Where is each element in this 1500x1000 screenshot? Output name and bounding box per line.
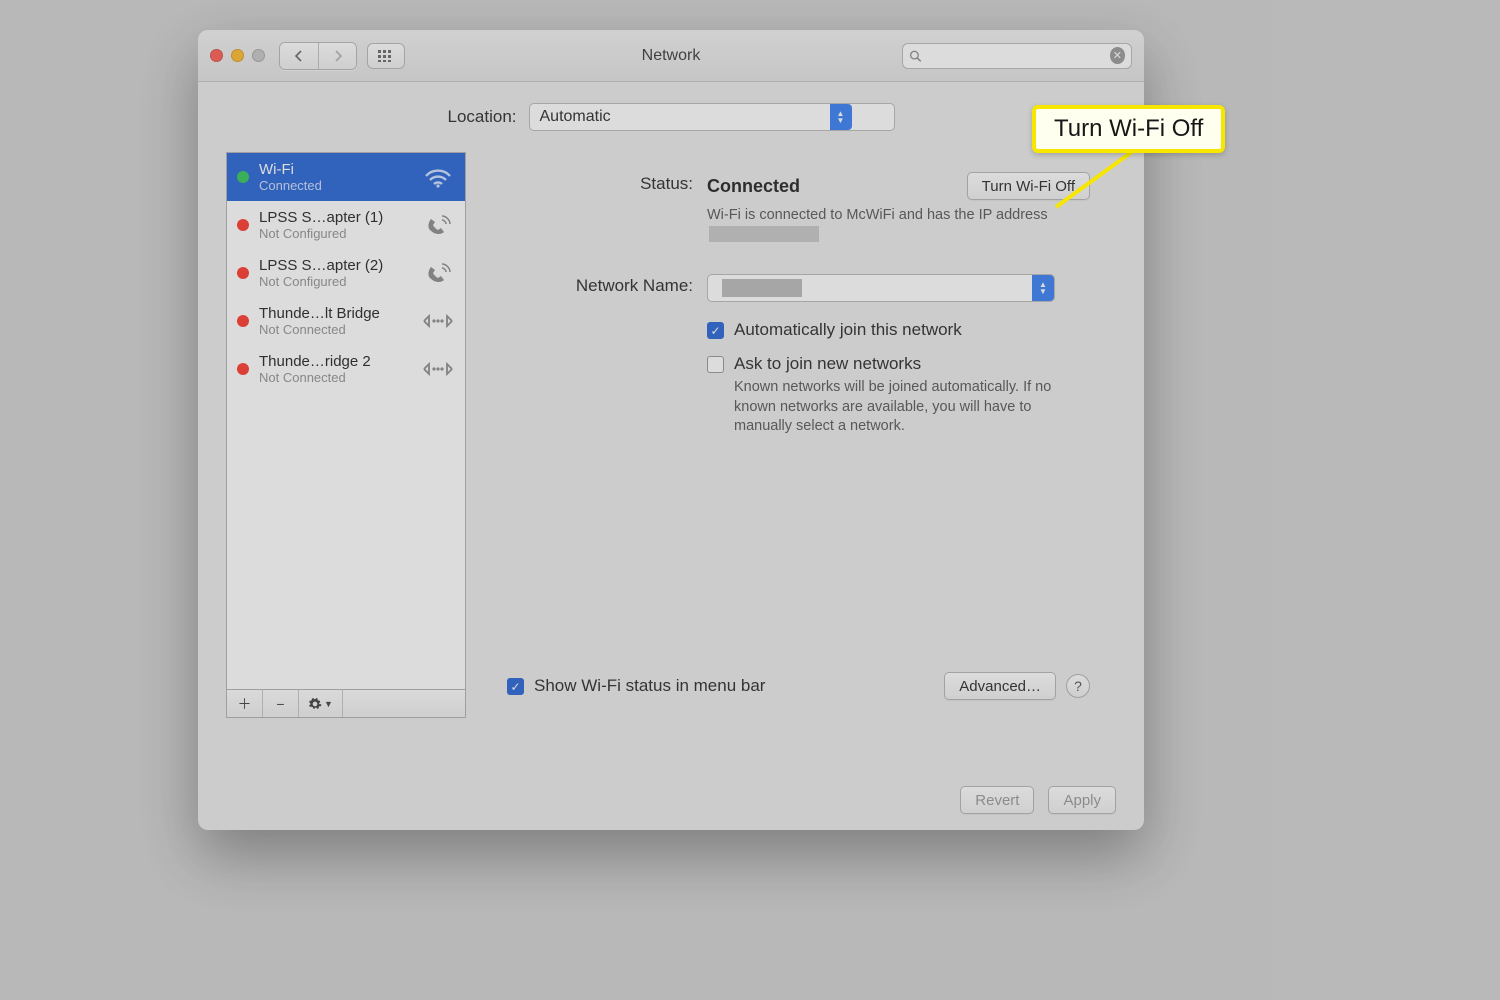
status-description-text: Wi-Fi is connected to McWiFi and has the… <box>707 207 1048 223</box>
remove-interface-button[interactable]: − <box>263 690 299 717</box>
status-label: Status: <box>507 172 707 246</box>
location-select[interactable]: Automatic ▲▼ <box>529 103 895 131</box>
forward-button[interactable] <box>318 43 356 69</box>
advanced-button[interactable]: Advanced… <box>944 672 1056 700</box>
grid-icon <box>378 50 394 62</box>
network-preferences-window: Network ✕ Location: Automatic ▲▼ Wi-FiCo… <box>198 30 1144 830</box>
status-dot <box>237 267 249 279</box>
interface-name: LPSS S…apter (1) <box>259 209 411 226</box>
status-dot <box>237 219 249 231</box>
ask-to-join-label: Ask to join new networks <box>734 354 1074 374</box>
bridge-icon <box>421 308 455 334</box>
interface-item-1[interactable]: LPSS S…apter (1)Not Configured <box>227 201 465 249</box>
help-button[interactable]: ? <box>1066 674 1090 698</box>
interface-status: Not Configured <box>259 274 411 289</box>
ask-to-join-checkbox[interactable] <box>707 356 724 373</box>
sidebar-footer: ＋ − ▼ <box>226 690 466 718</box>
gear-icon <box>308 697 322 711</box>
close-window-button[interactable] <box>210 49 223 62</box>
chevron-left-icon <box>293 50 305 62</box>
interface-status: Connected <box>259 178 411 193</box>
search-field[interactable]: ✕ <box>902 43 1132 69</box>
status-description: Wi-Fi is connected to McWiFi and has the… <box>707 206 1067 246</box>
show-all-button[interactable] <box>367 43 405 69</box>
annotation-callout: Turn Wi-Fi Off <box>1032 105 1225 153</box>
location-row: Location: Automatic ▲▼ <box>198 82 1144 152</box>
search-input[interactable] <box>928 48 1104 63</box>
network-name-label: Network Name: <box>507 274 707 447</box>
sidebar-gear-menu[interactable]: ▼ <box>299 690 343 717</box>
ask-to-join-description: Known networks will be joined automatica… <box>734 378 1074 437</box>
clear-search-button[interactable]: ✕ <box>1110 47 1125 64</box>
interface-status: Not Connected <box>259 322 411 337</box>
interface-name: Thunde…ridge 2 <box>259 353 411 370</box>
revert-button[interactable]: Revert <box>960 786 1034 814</box>
interface-item-4[interactable]: Thunde…ridge 2Not Connected <box>227 345 465 393</box>
select-stepper-icon: ▲▼ <box>1032 275 1054 301</box>
auto-join-checkbox[interactable]: ✓ <box>707 322 724 339</box>
sidebar-footer-spacer <box>343 690 465 717</box>
interface-list[interactable]: Wi-FiConnectedLPSS S…apter (1)Not Config… <box>226 152 466 690</box>
ip-address-redacted <box>709 226 819 242</box>
status-value: Connected <box>707 176 800 197</box>
interface-item-0[interactable]: Wi-FiConnected <box>227 153 465 201</box>
add-interface-button[interactable]: ＋ <box>227 690 263 717</box>
auto-join-label: Automatically join this network <box>734 320 962 340</box>
back-button[interactable] <box>280 43 318 69</box>
detail-pane: Status: Connected Turn Wi-Fi Off Wi-Fi i… <box>481 152 1116 718</box>
interface-name: LPSS S…apter (2) <box>259 257 411 274</box>
status-dot <box>237 363 249 375</box>
chevron-right-icon <box>332 50 344 62</box>
footer-buttons: Revert Apply <box>960 786 1116 814</box>
window-title: Network <box>642 47 701 65</box>
location-label: Location: <box>448 107 517 127</box>
phone-icon <box>421 212 455 238</box>
status-dot <box>237 315 249 327</box>
zoom-window-button[interactable] <box>252 49 265 62</box>
apply-button[interactable]: Apply <box>1048 786 1116 814</box>
nav-segment <box>279 42 357 70</box>
network-name-select[interactable]: ▲▼ <box>707 274 1055 302</box>
interface-status: Not Configured <box>259 226 411 241</box>
search-icon <box>909 49 922 63</box>
interface-name: Thunde…lt Bridge <box>259 305 411 322</box>
window-traffic-lights <box>210 49 265 62</box>
wifi-icon <box>421 164 455 190</box>
ssid-redacted <box>722 279 802 297</box>
minimize-window-button[interactable] <box>231 49 244 62</box>
interface-item-3[interactable]: Thunde…lt BridgeNot Connected <box>227 297 465 345</box>
interface-status: Not Connected <box>259 370 411 385</box>
interface-name: Wi-Fi <box>259 161 411 178</box>
interface-sidebar: Wi-FiConnectedLPSS S…apter (1)Not Config… <box>226 152 466 718</box>
select-stepper-icon: ▲▼ <box>830 104 852 130</box>
show-status-checkbox[interactable]: ✓ <box>507 678 524 695</box>
network-name-value <box>708 279 1032 297</box>
interface-item-2[interactable]: LPSS S…apter (2)Not Configured <box>227 249 465 297</box>
show-status-label: Show Wi-Fi status in menu bar <box>534 676 765 696</box>
status-dot <box>237 171 249 183</box>
toolbar: Network ✕ <box>198 30 1144 82</box>
location-value: Automatic <box>530 108 830 126</box>
bridge-icon <box>421 356 455 382</box>
phone-icon <box>421 260 455 286</box>
